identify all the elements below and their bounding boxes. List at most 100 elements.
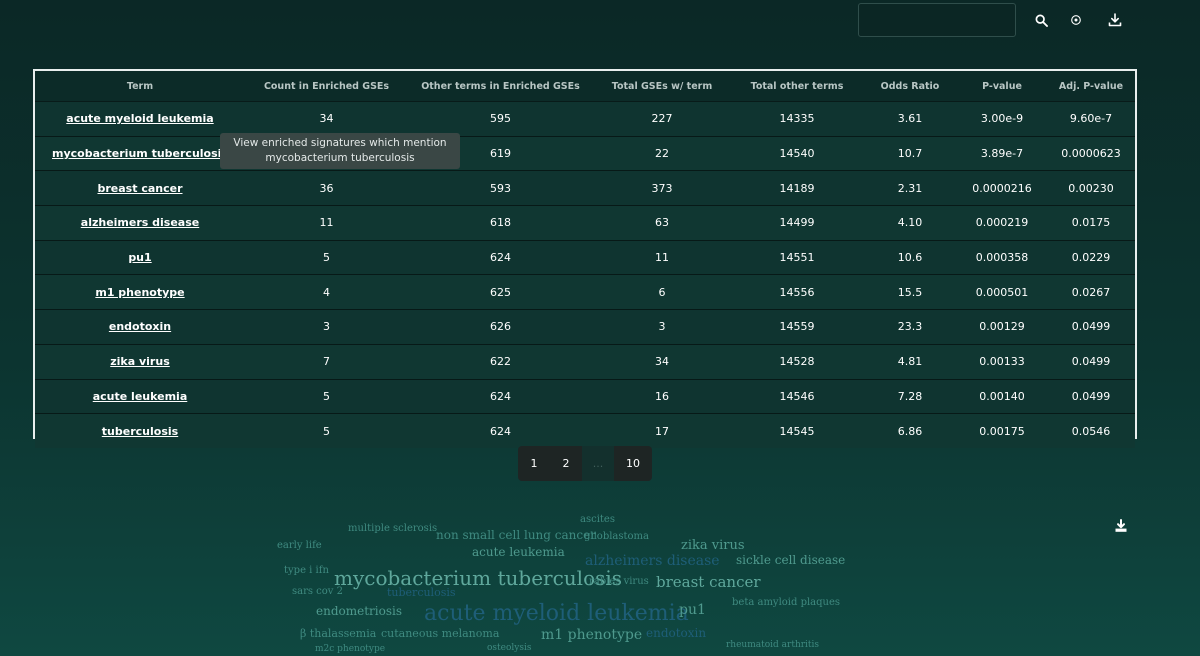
total-gses-cell: 6 — [593, 274, 731, 310]
p-value-cell: 0.000219 — [957, 205, 1047, 241]
total-other-terms-cell: 14551 — [731, 239, 863, 275]
page-2-button[interactable]: 2 — [550, 446, 582, 481]
term-link[interactable]: mycobacterium tuberculosis — [52, 147, 228, 160]
p-value-cell: 0.000358 — [957, 239, 1047, 275]
term-link[interactable]: acute leukemia — [93, 390, 188, 403]
page-10-button[interactable]: 10 — [614, 446, 652, 481]
settings-button[interactable] — [1059, 5, 1093, 35]
count-cell: 5 — [245, 378, 408, 414]
word-cloud-term[interactable]: m2c phenotype — [315, 645, 385, 654]
table-row: pu1 5 624 11 14551 10.6 0.000358 0.0229 — [35, 239, 1135, 275]
term-link[interactable]: endotoxin — [109, 320, 171, 333]
p-value-cell: 0.0000216 — [957, 170, 1047, 206]
total-gses-cell: 11 — [593, 239, 731, 275]
adj-p-value-cell: 9.60e-7 — [1047, 101, 1135, 137]
word-cloud-term[interactable]: breast cancer — [656, 575, 761, 590]
term-link[interactable]: breast cancer — [98, 182, 183, 195]
word-cloud-term[interactable]: zika virus — [681, 539, 745, 552]
term-link[interactable]: pu1 — [128, 251, 151, 264]
p-value-cell: 0.00175 — [957, 413, 1047, 448]
term-link[interactable]: zika virus — [110, 355, 170, 368]
odds-ratio-cell: 4.81 — [863, 343, 957, 379]
odds-ratio-cell: 4.10 — [863, 205, 957, 241]
word-cloud-term[interactable]: endotoxin — [646, 627, 706, 639]
word-cloud-term[interactable]: rabies virus — [589, 577, 649, 587]
column-header-total-gses[interactable]: Total GSEs w/ term — [593, 71, 731, 102]
word-cloud-term[interactable]: osteolysis — [487, 644, 531, 653]
table-row: acute leukemia 5 624 16 14546 7.28 0.00140 0.04… — [35, 378, 1135, 414]
count-cell: 7 — [245, 343, 408, 379]
word-cloud-term[interactable]: acute leukemia — [472, 546, 565, 558]
word-cloud-term[interactable]: sars cov 2 — [292, 587, 343, 597]
word-cloud-term[interactable]: early life — [277, 541, 322, 551]
column-header-odds-ratio[interactable]: Odds Ratio — [863, 71, 957, 102]
term-link[interactable]: alzheimers disease — [81, 216, 199, 229]
search-input[interactable] — [858, 3, 1016, 37]
download-icon — [1115, 519, 1127, 532]
term-cell: zika virus — [35, 343, 245, 379]
word-cloud-term[interactable]: glioblastoma — [584, 532, 649, 542]
term-cell: pu1 — [35, 239, 245, 275]
word-cloud-term[interactable]: multiple sclerosis — [348, 524, 437, 534]
word-cloud-term[interactable]: m1 phenotype — [541, 628, 642, 642]
odds-ratio-cell: 2.31 — [863, 170, 957, 206]
total-gses-cell: 3 — [593, 309, 731, 345]
word-cloud-term[interactable]: pu1 — [679, 603, 706, 617]
term-cell: endotoxin — [35, 309, 245, 345]
column-header-total-other-terms[interactable]: Total other terms — [731, 71, 863, 102]
count-cell: 11 — [245, 205, 408, 241]
word-cloud-term[interactable]: rheumatoid arthritis — [726, 641, 819, 650]
word-cloud-term[interactable]: acute myeloid leukemia — [424, 603, 689, 625]
word-cloud-term[interactable]: cutaneous melanoma — [381, 628, 499, 639]
term-cell: acute myeloid leukemia — [35, 101, 245, 137]
table-row: endotoxin 3 626 3 14559 23.3 0.00129 0.0499 — [35, 309, 1135, 345]
count-cell: 5 — [245, 239, 408, 275]
table-header-row: Term Count in Enriched GSEs Other terms … — [35, 71, 1135, 102]
pagination: 1 2 ... 10 — [518, 446, 652, 481]
term-cell: m1 phenotype — [35, 274, 245, 310]
word-cloud-term[interactable]: endometriosis — [316, 605, 402, 617]
p-value-cell: 0.00133 — [957, 343, 1047, 379]
count-cell: 3 — [245, 309, 408, 345]
word-cloud-term[interactable]: tuberculosis — [387, 587, 456, 598]
word-cloud-download-button[interactable] — [1114, 518, 1130, 534]
term-link[interactable]: tuberculosis — [102, 425, 178, 438]
word-cloud-term[interactable]: type i ifn — [284, 566, 329, 576]
odds-ratio-cell: 3.61 — [863, 101, 957, 137]
page-1-button[interactable]: 1 — [518, 446, 550, 481]
term-link[interactable]: acute myeloid leukemia — [66, 112, 213, 125]
download-button[interactable] — [1098, 5, 1132, 35]
search-icon — [1035, 14, 1048, 27]
other-terms-cell: 626 — [408, 309, 593, 345]
odds-ratio-cell: 15.5 — [863, 274, 957, 310]
odds-ratio-cell: 6.86 — [863, 413, 957, 448]
word-cloud-term[interactable]: beta amyloid plaques — [732, 598, 840, 608]
word-cloud-term[interactable]: non small cell lung cancer — [436, 529, 596, 541]
total-gses-cell: 63 — [593, 205, 731, 241]
search-button[interactable] — [1024, 5, 1058, 35]
word-cloud-term[interactable]: ascites — [580, 515, 615, 525]
word-cloud-term[interactable]: alzheimers disease — [585, 554, 720, 568]
p-value-cell: 3.89e-7 — [957, 135, 1047, 171]
column-header-p-value[interactable]: P-value — [957, 71, 1047, 102]
column-header-term[interactable]: Term — [35, 71, 245, 102]
word-cloud-term[interactable]: mycobacterium tuberculosis — [334, 568, 622, 588]
count-cell: 34 — [245, 101, 408, 137]
total-other-terms-cell: 14189 — [731, 170, 863, 206]
total-gses-cell: 34 — [593, 343, 731, 379]
table-row: m1 phenotype 4 625 6 14556 15.5 0.000501 0.0267 — [35, 274, 1135, 310]
p-value-cell: 0.000501 — [957, 274, 1047, 310]
term-link[interactable]: m1 phenotype — [95, 286, 184, 299]
odds-ratio-cell: 10.7 — [863, 135, 957, 171]
adj-p-value-cell: 0.0499 — [1047, 378, 1135, 414]
term-cell: acute leukemia — [35, 378, 245, 414]
word-cloud-term[interactable]: sickle cell disease — [736, 554, 845, 566]
total-other-terms-cell: 14545 — [731, 413, 863, 448]
column-header-count[interactable]: Count in Enriched GSEs — [245, 71, 408, 102]
gear-icon — [1071, 15, 1081, 25]
column-header-adj-p-value[interactable]: Adj. P-value — [1047, 71, 1135, 102]
adj-p-value-cell: 0.0229 — [1047, 239, 1135, 275]
column-header-other-terms[interactable]: Other terms in Enriched GSEs — [408, 71, 593, 102]
word-cloud-term[interactable]: β thalassemia — [300, 628, 376, 639]
total-gses-cell: 22 — [593, 135, 731, 171]
